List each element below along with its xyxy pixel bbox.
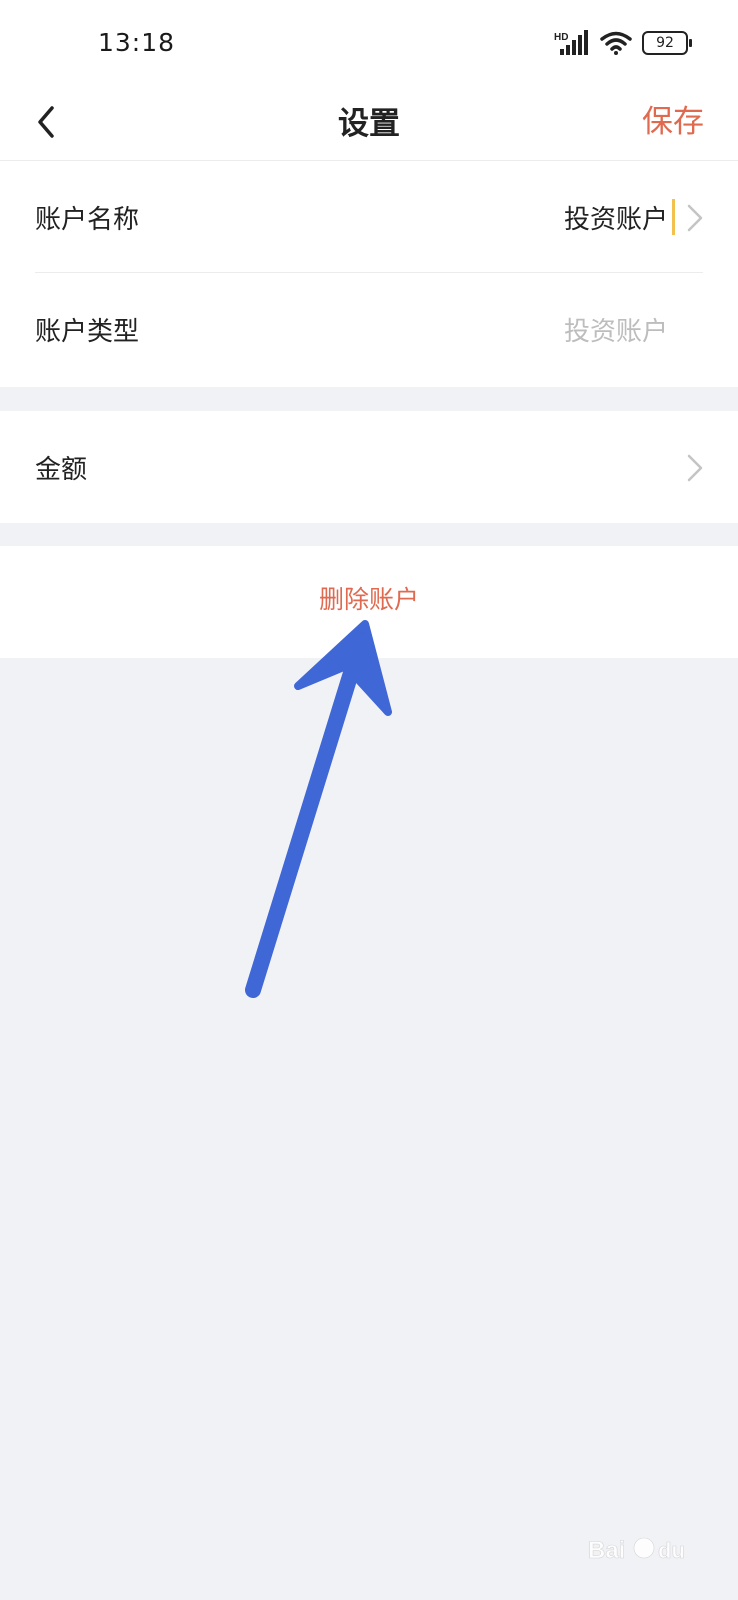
account-type-label: 账户类型: [35, 317, 140, 347]
status-icons: HD 92: [554, 28, 692, 58]
save-button[interactable]: 保存: [642, 96, 704, 141]
account-section: 账户名称 投资账户 账户类型 投资账户: [0, 161, 738, 387]
svg-text:Bai: Bai: [588, 1537, 625, 1564]
wifi-icon: [600, 31, 632, 55]
svg-text:HD: HD: [554, 32, 568, 43]
back-icon: [38, 106, 54, 138]
amount-row[interactable]: 金额: [0, 411, 738, 523]
back-button[interactable]: [30, 100, 74, 144]
account-name-row[interactable]: 账户名称 投资账户: [0, 161, 738, 273]
baidu-watermark-icon: Bai du: [588, 1537, 685, 1565]
account-name-value[interactable]: 投资账户: [564, 199, 668, 236]
svg-text:du: du: [658, 1538, 685, 1563]
amount-section: 金额: [0, 411, 738, 523]
delete-account-button[interactable]: 删除账户: [0, 580, 738, 616]
page-title: 设置: [338, 106, 400, 142]
text-cursor: [672, 199, 675, 235]
account-type-value: 投资账户: [563, 317, 668, 347]
chevron-right-icon: [687, 454, 703, 482]
chevron-right-icon: [687, 204, 703, 232]
status-time: 13:18: [98, 28, 176, 57]
amount-label: 金额: [35, 455, 88, 485]
account-name-label: 账户名称: [35, 205, 140, 235]
signal-icon: HD: [554, 30, 588, 55]
status-bar: 13:18 HD 92: [0, 0, 738, 90]
account-type-row: 账户类型 投资账户: [0, 273, 738, 385]
battery-icon: 92: [642, 31, 692, 55]
delete-section: 删除账户: [0, 546, 738, 658]
nav-bar: 设置 保存: [0, 90, 738, 161]
